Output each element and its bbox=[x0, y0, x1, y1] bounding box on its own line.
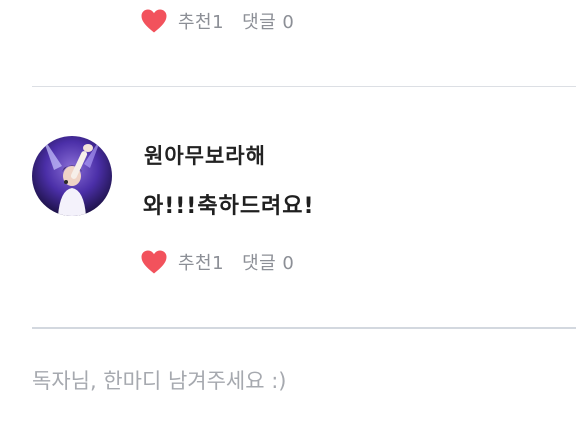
comment-meta: 추천1 댓글 0 bbox=[140, 247, 294, 277]
previous-comment-meta: 추천1 댓글 0 bbox=[140, 6, 294, 36]
divider bbox=[32, 327, 576, 329]
comment-username[interactable]: 원아무보라해 bbox=[144, 140, 266, 170]
comment-count[interactable]: 댓글 0 bbox=[242, 8, 294, 34]
heart-icon[interactable] bbox=[140, 8, 168, 34]
comment-count[interactable]: 댓글 0 bbox=[242, 249, 294, 275]
recommend-count[interactable]: 추천1 bbox=[178, 249, 224, 275]
reply-input[interactable] bbox=[32, 356, 552, 406]
heart-icon[interactable] bbox=[140, 249, 168, 275]
recommend-count[interactable]: 추천1 bbox=[178, 8, 224, 34]
avatar[interactable] bbox=[32, 136, 112, 216]
comment-text: 와!!!축하드려요! bbox=[143, 194, 315, 219]
divider bbox=[32, 86, 576, 87]
comment-thread: 추천1 댓글 0 원아무보라해 와!!!축하드려요! 추천1 댓글 0 독자님,… bbox=[0, 0, 576, 432]
